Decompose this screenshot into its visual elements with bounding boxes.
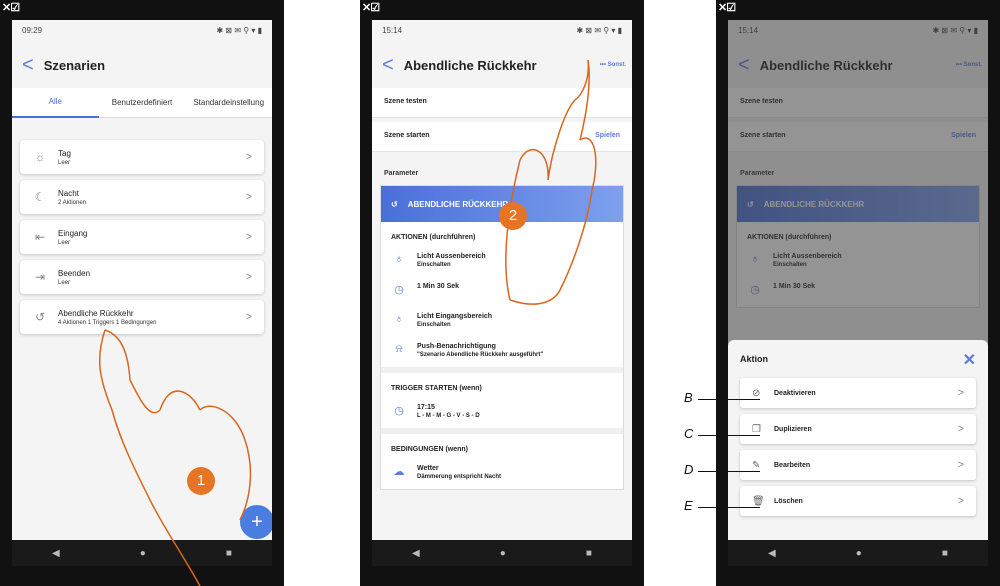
hand-gesture-illustration bbox=[505, 59, 597, 305]
close-sheet-icon[interactable]: ✕ bbox=[963, 350, 976, 370]
callout-letter-b: B bbox=[684, 390, 693, 405]
duplicate-option[interactable]: ❐ Duplizieren > bbox=[740, 414, 976, 444]
phone-action-sheet: ✕☑ 15:14✱ ⊠ ✉ ⚲ ▾ ▮ <Abendliche Rückkehr… bbox=[716, 0, 1000, 586]
action-bottom-sheet: Aktion ✕ ⊘ Deaktivieren > ❐ Duplizieren > ✎ Be… bbox=[728, 340, 988, 540]
nav-home-icon[interactable]: ● bbox=[856, 548, 862, 559]
copy-icon: ❐ bbox=[752, 423, 761, 435]
callout-letter-c: C bbox=[684, 426, 694, 441]
step-number-badge: 2 bbox=[499, 202, 527, 230]
android-nav-bar: ◀ ● ■ bbox=[728, 540, 988, 566]
nav-recent-icon[interactable]: ■ bbox=[942, 548, 948, 559]
block-icon: ⊘ bbox=[752, 387, 761, 399]
option-label: Löschen bbox=[774, 497, 803, 505]
callout-line bbox=[698, 399, 760, 400]
phone-scenarios-list: ✕☑ 09:29 ✱ ⊠ ✉ ⚲ ▾ ▮ < Szenarien Alle Benu… bbox=[0, 0, 284, 586]
step-number-badge: 1 bbox=[187, 467, 215, 495]
nav-back-icon[interactable]: ◀ bbox=[768, 548, 776, 559]
callout-line bbox=[698, 435, 760, 436]
option-label: Deaktivieren bbox=[774, 389, 816, 397]
sheet-title-text: Aktion bbox=[740, 354, 768, 364]
callout-line bbox=[698, 507, 760, 508]
chevron-right-icon: > bbox=[957, 423, 964, 435]
callout-letter-d: D bbox=[684, 462, 694, 477]
edit-option[interactable]: ✎ Bearbeiten > bbox=[740, 450, 976, 480]
chevron-right-icon: > bbox=[957, 387, 964, 399]
option-label: Duplizieren bbox=[774, 425, 812, 433]
delete-option[interactable]: 🗑 Löschen > bbox=[740, 486, 976, 516]
chevron-right-icon: > bbox=[957, 459, 964, 471]
pencil-icon: ✎ bbox=[752, 459, 761, 471]
option-label: Bearbeiten bbox=[774, 461, 811, 469]
hand-gesture-illustration bbox=[98, 329, 252, 586]
callout-line bbox=[698, 471, 760, 472]
callout-letter-e: E bbox=[684, 498, 693, 513]
chevron-right-icon: > bbox=[957, 495, 964, 507]
close-icon: ✕☑ bbox=[718, 2, 736, 14]
trash-icon: 🗑 bbox=[752, 495, 765, 507]
phone-scenario-detail: ✕☑ 15:14 ✱ ⊠ ✉ ⚲ ▾ ▮ < Abendliche Rückkehr… bbox=[360, 0, 644, 586]
screen: 15:14✱ ⊠ ✉ ⚲ ▾ ▮ <Abendliche Rückkehr•••… bbox=[728, 20, 988, 540]
deactivate-option[interactable]: ⊘ Deaktivieren > bbox=[740, 378, 976, 408]
sheet-title: Aktion ✕ bbox=[728, 340, 988, 378]
